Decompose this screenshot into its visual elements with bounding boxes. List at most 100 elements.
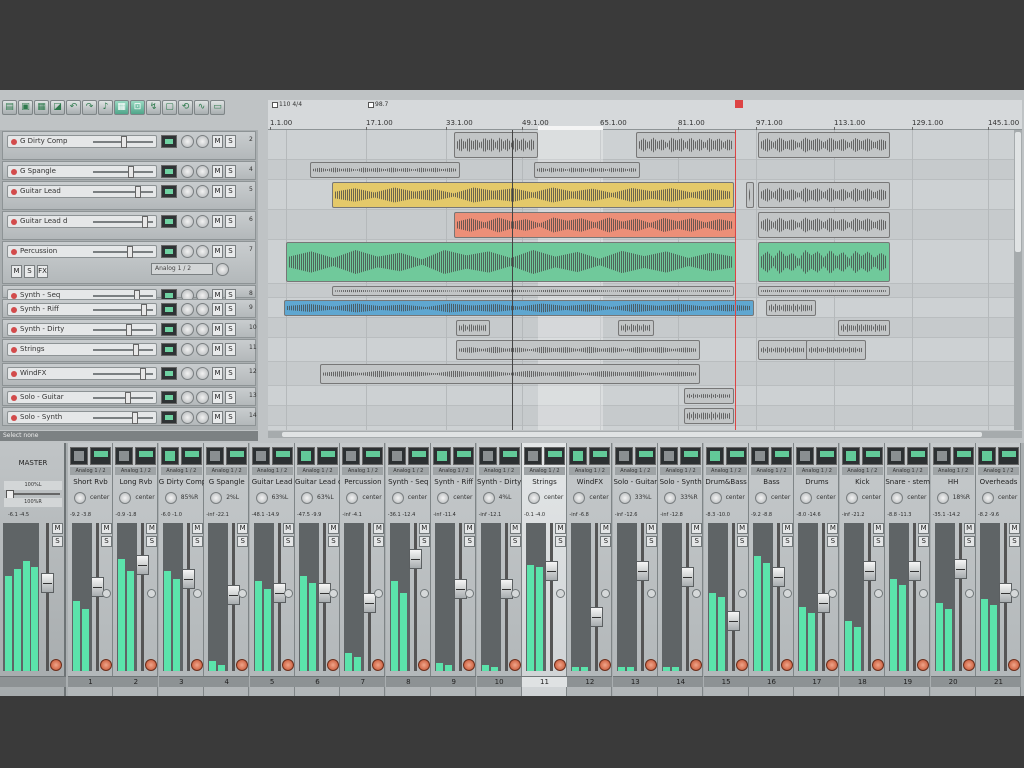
mixer-strip[interactable]: Analog 1 / 2 Solo - Synth 33%R -inf -12.8 M S… <box>658 443 704 696</box>
mixer-strip[interactable]: Analog 1 / 2 Percussion center -inf -4.1 M S 7 <box>340 443 386 696</box>
fx-button[interactable] <box>161 215 177 228</box>
record-monitor-button[interactable] <box>735 659 748 671</box>
routing-button[interactable] <box>271 447 293 465</box>
mute-button[interactable]: M <box>782 523 793 534</box>
width-knob[interactable] <box>196 367 209 380</box>
phase-invert-button[interactable] <box>329 589 338 598</box>
save-icon[interactable]: ▦ <box>34 99 49 115</box>
volume-fader[interactable] <box>726 611 740 631</box>
solo-button[interactable]: S <box>872 536 884 547</box>
pan-knob[interactable] <box>181 411 194 424</box>
phase-invert-button[interactable] <box>283 589 293 598</box>
width-knob[interactable] <box>196 185 209 198</box>
project-settings-icon[interactable]: ◪ <box>50 99 65 115</box>
fx-slot-button[interactable] <box>978 447 996 465</box>
volume-fader[interactable] <box>136 555 150 575</box>
media-item[interactable] <box>332 286 734 296</box>
routing-button[interactable] <box>407 447 429 465</box>
phase-invert-button[interactable] <box>783 589 792 598</box>
record-monitor-button[interactable] <box>190 659 203 671</box>
phase-invert-button[interactable] <box>556 589 565 598</box>
pan-knob[interactable] <box>346 492 359 504</box>
mute-button[interactable]: M <box>101 523 112 534</box>
routing-button[interactable] <box>816 447 838 465</box>
routing-button[interactable] <box>180 447 202 465</box>
io-selector[interactable]: Analog 1 / 2 <box>251 467 293 475</box>
play-cursor-flag[interactable] <box>735 100 743 108</box>
record-monitor-button[interactable] <box>871 659 884 671</box>
pan-knob[interactable] <box>181 303 194 316</box>
record-monitor-button[interactable] <box>690 659 703 671</box>
volume-slider-handle[interactable] <box>126 324 132 336</box>
track-header[interactable]: Solo - Synth M S 14 <box>2 407 257 426</box>
fx-slot-button[interactable] <box>569 447 588 465</box>
master-width-right[interactable]: 100%R <box>4 498 62 507</box>
media-item[interactable] <box>454 212 736 238</box>
routing-button[interactable] <box>952 447 974 465</box>
width-knob[interactable] <box>196 343 209 356</box>
record-arm-button[interactable] <box>11 415 17 421</box>
media-item[interactable] <box>684 388 734 404</box>
media-item[interactable] <box>684 408 734 424</box>
pan-knob[interactable] <box>528 492 540 504</box>
new-project-icon[interactable]: ▤ <box>2 99 17 115</box>
pan-knob[interactable] <box>664 492 677 504</box>
io-selector[interactable]: Analog 1 / 2 <box>342 467 384 475</box>
pan-knob[interactable] <box>936 492 949 504</box>
pan-knob[interactable] <box>164 492 177 504</box>
media-item[interactable] <box>286 242 736 282</box>
track-volume-slider[interactable] <box>93 166 153 178</box>
mixer-strip[interactable]: Analog 1 / 2 Guitar Lead 63%L -48.1 -14.9 M S… <box>249 443 295 696</box>
track-volume-slider[interactable] <box>93 290 153 302</box>
phase-invert-button[interactable] <box>646 589 656 598</box>
record-monitor-button[interactable] <box>372 659 385 671</box>
track-header[interactable]: Strings M S 11 <box>2 339 257 362</box>
solo-button[interactable]: S <box>418 536 430 547</box>
solo-button[interactable]: S <box>1009 536 1020 547</box>
media-item[interactable] <box>456 320 490 336</box>
solo-button[interactable]: S <box>225 367 236 380</box>
io-selector[interactable]: Analog 1 / 2 <box>433 467 475 475</box>
routing-button[interactable] <box>861 447 883 465</box>
redo-icon[interactable]: ↷ <box>82 99 97 115</box>
mixer-strip[interactable]: Analog 1 / 2 Strings center -0.1 -4.0 M S 11 <box>522 443 567 696</box>
media-item[interactable] <box>636 132 736 158</box>
solo-button[interactable]: S <box>225 245 236 258</box>
solo-button[interactable]: S <box>225 185 236 198</box>
master-width-left[interactable]: 100%L <box>4 481 62 490</box>
mixer-strip[interactable]: Analog 1 / 2 Synth - Riff center -inf -11.4… <box>431 443 477 696</box>
mute-button[interactable]: M <box>1009 523 1020 534</box>
fx-button[interactable] <box>161 411 177 424</box>
solo-button[interactable]: S <box>645 536 657 547</box>
mute-button[interactable]: M <box>212 245 223 258</box>
volume-slider-handle[interactable] <box>133 344 139 356</box>
media-item[interactable] <box>456 340 700 360</box>
mixer-strip[interactable]: Analog 1 / 2 Drum&Bass center -8.3 -10.0 M S 1… <box>703 443 749 696</box>
media-item[interactable] <box>758 242 890 282</box>
phase-invert-button[interactable] <box>692 589 702 598</box>
volume-fader[interactable] <box>908 561 922 581</box>
routing-button[interactable] <box>680 447 702 465</box>
track-volume-slider[interactable] <box>93 216 153 228</box>
mixer-strip[interactable]: Analog 1 / 2 Bass center -9.2 -8.8 M S 16 <box>749 443 794 696</box>
volume-fader[interactable] <box>635 561 649 581</box>
fx-slot-button[interactable] <box>524 447 542 465</box>
mixer-strip[interactable]: Analog 1 / 2 Drums center -8.0 -14.6 M S 17 <box>794 443 840 696</box>
solo-button[interactable]: S <box>146 536 158 547</box>
fx-slot-button[interactable] <box>705 447 724 465</box>
master-rec-monitor[interactable] <box>50 659 62 671</box>
mute-button[interactable]: M <box>736 523 748 534</box>
solo-button[interactable]: S <box>225 165 236 178</box>
volume-slider-handle[interactable] <box>135 186 141 198</box>
solo-button[interactable]: S <box>225 323 236 336</box>
record-monitor-button[interactable] <box>508 659 521 671</box>
record-monitor-button[interactable] <box>644 659 657 671</box>
solo-button[interactable]: S <box>225 135 236 148</box>
volume-fader[interactable] <box>499 579 513 599</box>
pan-knob[interactable] <box>845 492 858 504</box>
routing-button[interactable] <box>544 447 565 465</box>
mute-button[interactable]: M <box>555 523 566 534</box>
media-item[interactable] <box>454 132 538 158</box>
envelope-selector[interactable]: Analog 1 / 2 <box>151 263 213 275</box>
pan-knob[interactable] <box>181 343 194 356</box>
